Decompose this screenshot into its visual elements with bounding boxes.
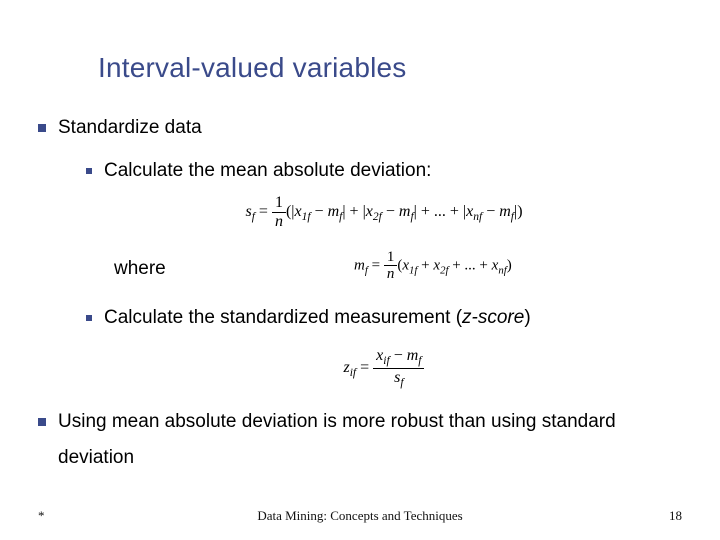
where-label: where — [114, 251, 166, 287]
sub-bullet-zscore-suffix: ) — [524, 307, 530, 328]
formula-mean: mf = 1n(x1f + x2f + ... + xnf) — [354, 249, 512, 283]
slide-title: Interval-valued variables — [98, 52, 682, 84]
formula-mad: sf = 1n(|x1f − mf| + |x2f − mf| + ... + … — [86, 194, 682, 230]
sub-bullet-mad: Calculate the mean absolute deviation: — [86, 156, 682, 186]
bullet-standardize-label: Standardize data — [58, 117, 202, 138]
sub-bullet-zscore: Calculate the standardized measurement (… — [86, 303, 682, 333]
footer-center: Data Mining: Concepts and Techniques — [257, 508, 462, 524]
slide: Interval-valued variables Standardize da… — [0, 0, 720, 540]
page-number: 18 — [669, 508, 682, 524]
where-line: where mf = 1n(x1f + x2f + ... + xnf) — [114, 245, 682, 293]
sub-bullet-zscore-italic: z-score — [462, 307, 524, 328]
bullet-robust-label: Using mean absolute deviation is more ro… — [58, 411, 616, 468]
bullet-robust: Using mean absolute deviation is more ro… — [38, 404, 682, 476]
formula-zscore: zif = xif − mf sf — [86, 347, 682, 390]
bullet-standardize: Standardize data Calculate the mean abso… — [38, 110, 682, 390]
sub-bullet-zscore-prefix: Calculate the standardized measurement ( — [104, 307, 462, 328]
sub-bullet-mad-label: Calculate the mean absolute deviation: — [104, 160, 431, 181]
footer: * Data Mining: Concepts and Techniques 1… — [0, 508, 720, 524]
inner-list: Calculate the mean absolute deviation: s… — [86, 156, 682, 390]
footer-left: * — [38, 508, 45, 524]
